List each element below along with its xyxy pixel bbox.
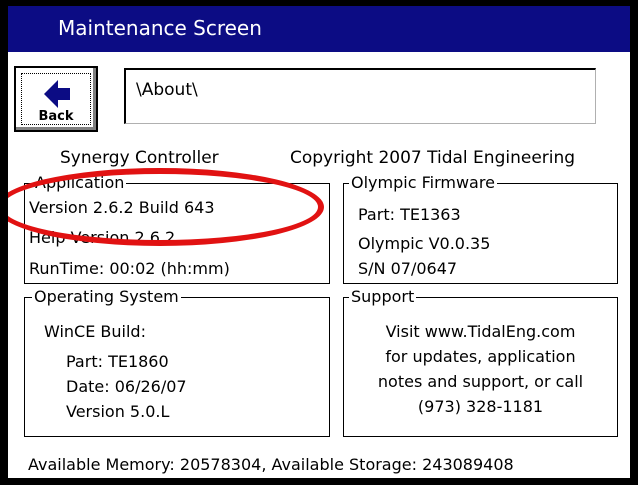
back-button[interactable]: Back [14, 66, 98, 132]
window-title: Maintenance Screen [58, 16, 262, 40]
os-part: Part: TE1860 [66, 352, 169, 371]
memory-status: Available Memory: 20578304, Available St… [28, 455, 514, 474]
support-line-4: (973) 328-1181 [417, 397, 544, 416]
runtime-text: RunTime: 00:02 (hh:mm) [29, 259, 230, 278]
firmware-part: Part: TE1363 [358, 205, 461, 224]
support-line-2: for updates, application [385, 347, 576, 366]
copyright-text: Copyright 2007 Tidal Engineering [290, 148, 576, 168]
os-group: Operating System WinCE Build: Part: TE18… [24, 287, 330, 437]
title-bar: Maintenance Screen [8, 6, 630, 52]
support-group: Support Visit www.TidalEng.com for updat… [343, 287, 618, 437]
firmware-legend: Olympic Firmware [349, 173, 497, 192]
product-name: Synergy Controller [60, 148, 219, 168]
back-label: Back [38, 109, 74, 124]
path-value: \About\ [136, 80, 198, 100]
application-legend: Application [33, 173, 127, 192]
application-group: Application Version 2.6.2 Build 643 Help… [24, 173, 330, 284]
firmware-group: Olympic Firmware Part: TE1363 Olympic V0… [343, 173, 618, 284]
app-version: Version 2.6.2 Build 643 [29, 198, 215, 217]
path-field[interactable]: \About\ [124, 68, 596, 124]
os-legend: Operating System [32, 287, 181, 306]
os-date: Date: 06/26/07 [66, 377, 187, 396]
screen: Maintenance Screen Back \About\ Synergy … [8, 6, 630, 478]
left-arrow-icon [44, 80, 70, 108]
support-line-3: notes and support, or call [377, 372, 584, 391]
firmware-serial: S/N 07/0647 [358, 259, 458, 278]
firmware-version: Olympic V0.0.35 [358, 234, 491, 253]
os-build-label: WinCE Build: [44, 322, 146, 341]
os-version: Version 5.0.L [66, 402, 170, 421]
help-version: Help Version 2.6.2 [29, 228, 176, 247]
support-legend: Support [349, 287, 417, 306]
support-line-1: Visit www.TidalEng.com [385, 322, 576, 341]
